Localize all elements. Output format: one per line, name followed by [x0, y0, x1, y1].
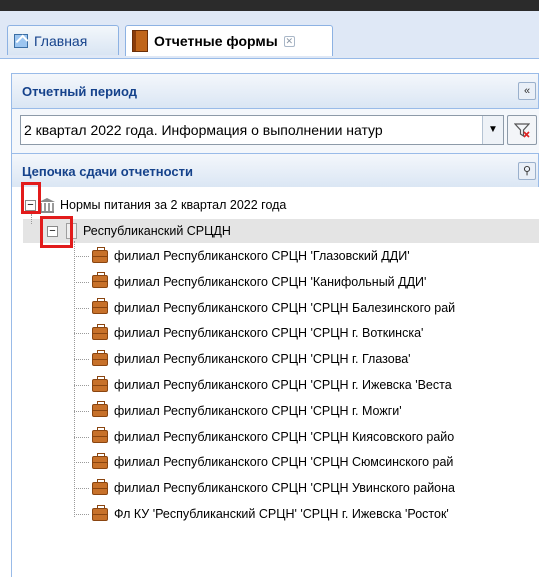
briefcase-icon	[92, 375, 108, 392]
tab-strip: Главная Отчетные формы ✕	[0, 11, 539, 59]
tree-line	[74, 256, 89, 257]
tree-node-branch-label: филиал Республиканского СРЦН 'СРЦН Увинс…	[114, 481, 455, 496]
tree-node-branch[interactable]: филиал Республиканского СРЦН 'СРЦН г. Мо…	[92, 400, 402, 422]
tree-node-branch-label: филиал Республиканского СРЦН 'СРЦН г. Гл…	[114, 352, 411, 367]
tree-node-branch-label: Фл КУ 'Республиканский СРЦН' 'СРЦН г. Иж…	[114, 507, 449, 521]
tree-node-branch-label: филиал Республиканского СРЦН 'СРЦН г. Иж…	[114, 378, 452, 392]
tree-line	[74, 488, 89, 490]
tree-root-label: Нормы питания за 2 квартал 2022 года	[60, 198, 287, 212]
clear-filter-icon	[514, 123, 530, 138]
collapse-icon[interactable]: «	[518, 82, 536, 100]
briefcase-icon	[92, 452, 108, 469]
period-select-value: 2 квартал 2022 года. Информация о выполн…	[24, 122, 383, 138]
tree-line	[74, 514, 89, 515]
tree-line	[74, 462, 89, 464]
tree-node-branch[interactable]: филиал Республиканского СРЦН 'СРЦН г. Гл…	[92, 348, 411, 370]
home-icon	[14, 33, 28, 48]
tree-line	[74, 281, 89, 283]
tree-node-branch[interactable]: филиал Республиканского СРЦН 'СРЦН г. Иж…	[92, 374, 452, 396]
tree-line	[74, 436, 89, 438]
tree-node-branch[interactable]: филиал Республиканского СРЦН 'Глазовский…	[92, 245, 410, 267]
top-dark-bar	[0, 0, 539, 11]
tab-report-forms-label: Отчетные формы	[154, 33, 278, 49]
tree-node-branch[interactable]: филиал Республиканского СРЦН 'СРЦН Киясо…	[92, 426, 454, 448]
tree-node-republic[interactable]: − Республиканский СРЦДН	[47, 220, 231, 242]
tree-line	[74, 359, 89, 361]
tab-close-icon[interactable]: ✕	[283, 35, 295, 47]
tree-node-branch-label: филиал Республиканского СРЦН 'СРЦН Балез…	[114, 300, 456, 315]
clear-filter-button[interactable]	[507, 115, 537, 145]
tree-node-branch[interactable]: филиал Республиканского СРЦН 'СРЦН Сюмси…	[92, 451, 453, 473]
tree-root-node[interactable]: − Нормы питания за 2 квартал 2022 года	[25, 194, 286, 216]
chain-panel-title: Цепочка сдачи отчетности	[22, 163, 193, 179]
period-select[interactable]: 2 квартал 2022 года. Информация о выполн…	[20, 115, 504, 145]
tree-line	[74, 307, 89, 309]
tree-node-branch-label: филиал Республиканского СРЦН 'СРЦН Киясо…	[114, 429, 455, 444]
tab-home[interactable]: Главная	[7, 25, 119, 55]
highlight-box	[21, 182, 41, 214]
tree-node-branch[interactable]: филиал Республиканского СРЦН 'СРЦН Увинс…	[92, 477, 455, 499]
period-panel-header: Отчетный период «	[11, 73, 539, 109]
briefcase-icon	[92, 246, 108, 263]
briefcase-icon	[92, 478, 108, 495]
briefcase-icon	[92, 427, 108, 444]
tab-report-forms[interactable]: Отчетные формы ✕	[125, 25, 333, 56]
tree-node-branch-label: филиал Республиканского СРЦН 'Глазовский…	[114, 249, 410, 263]
chain-panel-header: Цепочка сдачи отчетности ⚲	[11, 153, 539, 189]
tree-node-branch-label: филиал Республиканского СРЦН 'СРЦН Сюмси…	[114, 455, 454, 470]
tree-line	[74, 410, 89, 412]
tree-node-branch-label: филиал Республиканского СРЦН 'СРЦН г. Мо…	[114, 403, 402, 418]
tree-node-branch[interactable]: Фл КУ 'Республиканский СРЦН' 'СРЦН г. Иж…	[92, 503, 449, 525]
period-panel-title: Отчетный период	[22, 83, 138, 99]
briefcase-icon	[92, 504, 108, 521]
tree-node-branch-label: филиал Республиканского СРЦН 'Канифольны…	[114, 274, 427, 289]
tree-line	[74, 333, 89, 335]
tree-node-republic-label: Республиканский СРЦДН	[83, 224, 231, 238]
tab-home-label: Главная	[34, 32, 88, 49]
chevron-down-icon[interactable]: ▼	[482, 116, 503, 144]
forms-book-icon	[132, 30, 148, 52]
briefcase-icon	[92, 323, 108, 340]
period-panel-body: 2 квартал 2022 года. Информация о выполн…	[11, 109, 539, 157]
tree-node-branch[interactable]: филиал Республиканского СРЦН 'СРЦН г. Во…	[92, 322, 423, 344]
highlight-box	[40, 216, 73, 248]
briefcase-icon	[92, 298, 108, 315]
tree-node-branch[interactable]: филиал Республиканского СРЦН 'СРЦН Балез…	[92, 297, 455, 319]
briefcase-icon	[92, 349, 108, 366]
tree-node-branch-label: филиал Республиканского СРЦН 'СРЦН г. Во…	[114, 326, 424, 341]
tree-node-branch[interactable]: филиал Республиканского СРЦН 'Канифольны…	[92, 271, 426, 293]
briefcase-icon	[92, 401, 108, 418]
tree-line	[74, 385, 89, 386]
binoculars-icon[interactable]: ⚲	[518, 162, 536, 180]
briefcase-icon	[92, 272, 108, 289]
